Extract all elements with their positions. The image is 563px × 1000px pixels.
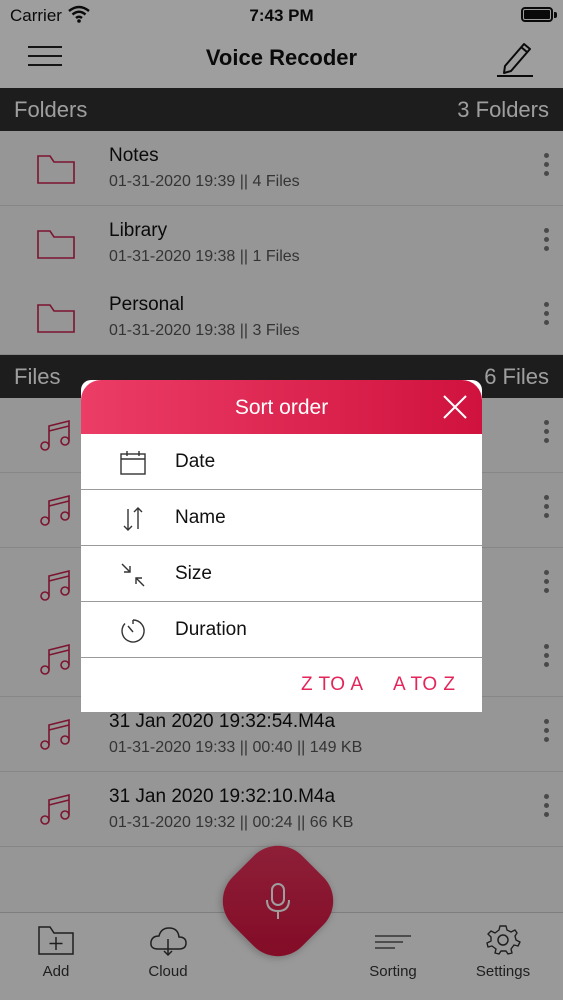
sort-arrows-icon: [119, 505, 147, 533]
sort-option-label: Date: [175, 451, 216, 472]
dialog-title: Sort order: [234, 396, 329, 419]
compress-icon: [119, 561, 147, 589]
close-icon[interactable]: [442, 394, 468, 420]
z-to-a-button[interactable]: Z TO A: [301, 674, 364, 696]
sort-option-date[interactable]: Date: [81, 434, 482, 490]
calendar-icon: [119, 449, 147, 477]
dialog-header: Sort order: [81, 380, 482, 434]
a-to-z-button[interactable]: A TO Z: [393, 674, 456, 696]
sort-order-dialog: Sort order Date Name Size Duration Z TO …: [81, 380, 482, 712]
sort-option-label: Size: [175, 563, 212, 584]
sort-option-name[interactable]: Name: [81, 490, 482, 546]
timer-icon: [119, 617, 147, 645]
sort-option-duration[interactable]: Duration: [81, 602, 482, 658]
sort-option-size[interactable]: Size: [81, 546, 482, 602]
dialog-footer: Z TO A A TO Z: [81, 658, 482, 712]
sort-option-label: Duration: [175, 619, 247, 640]
sort-option-label: Name: [175, 507, 226, 528]
